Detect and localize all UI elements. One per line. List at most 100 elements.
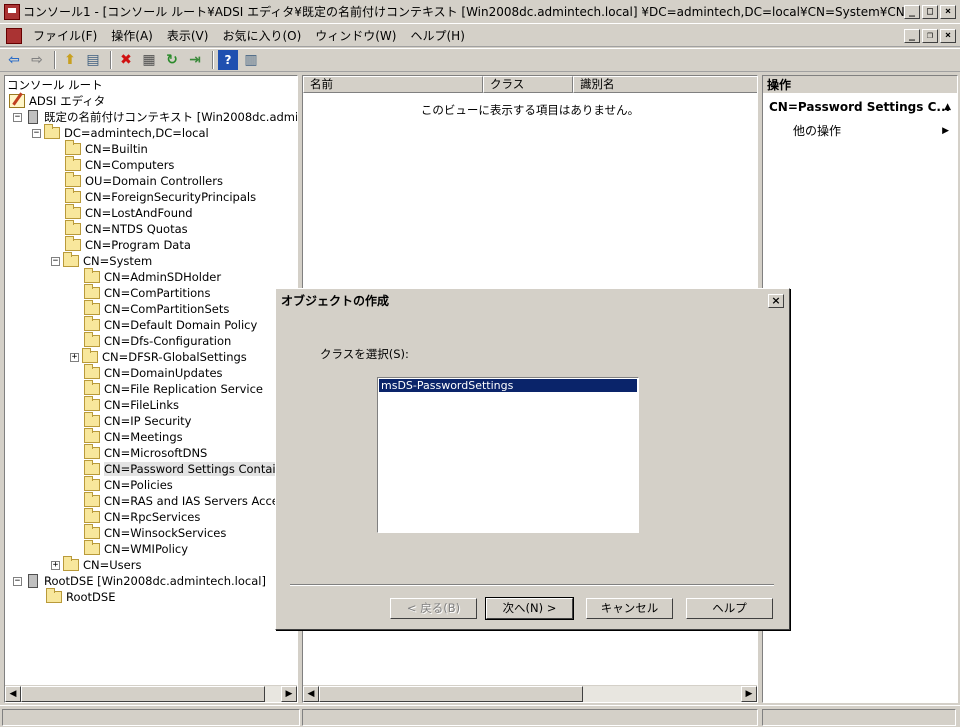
scroll-right-icon[interactable]: ▶ — [741, 686, 757, 702]
tree-item-container[interactable]: CN=RAS and IAS Servers Access — [84, 492, 291, 509]
dialog-title-bar[interactable]: オブジェクトの作成 × — [278, 291, 787, 310]
help-icon[interactable]: ? — [218, 50, 238, 70]
maximize-button[interactable]: □ — [922, 4, 938, 19]
scroll-thumb[interactable] — [21, 686, 265, 702]
expand-icon[interactable]: + — [51, 560, 60, 570]
collapse-up-icon[interactable]: ▲ — [944, 96, 951, 118]
tree-item-container[interactable]: CN=Builtin — [65, 140, 148, 157]
tree-item-container[interactable]: + CN=DFSR-GlobalSettings — [70, 348, 247, 365]
console-icon[interactable] — [6, 27, 22, 44]
tree-item-container[interactable]: CN=FileLinks — [84, 396, 179, 413]
action-pane: 操作 CN=Password Settings C... ▲ 他の操作 ▶ — [762, 75, 958, 703]
tree-item-container[interactable]: CN=Default Domain Policy — [84, 316, 257, 333]
scroll-left-icon[interactable]: ◀ — [303, 686, 319, 702]
tree-item-domain[interactable]: − DC=admintech,DC=local — [32, 124, 209, 141]
status-bar — [0, 705, 960, 727]
column-header-dn[interactable]: 識別名 — [573, 76, 757, 93]
status-cell — [762, 709, 956, 726]
folder-icon — [63, 252, 79, 267]
toolbar: ⇦ ⇨ ⬆ ▤ ✖ ▦ ↻ ⇥ ? ▥ — [0, 48, 960, 72]
tree-item-container[interactable]: CN=File Replication Service — [84, 380, 263, 397]
tree-item-rootdse[interactable]: RootDSE — [46, 588, 115, 605]
dialog-close-button[interactable]: × — [768, 293, 784, 308]
folder-icon — [84, 412, 100, 427]
menu-window[interactable]: ウィンドウ(W) — [308, 27, 403, 44]
export-list-icon[interactable]: ⇥ — [185, 50, 205, 70]
tree-item-container[interactable]: CN=Computers — [65, 156, 174, 173]
scroll-right-icon[interactable]: ▶ — [281, 686, 297, 702]
mmc-app-icon[interactable] — [4, 3, 20, 20]
tree-item-console-root[interactable]: コンソール ルート — [7, 77, 103, 93]
menu-view[interactable]: 表示(V) — [160, 27, 216, 44]
delete-icon[interactable]: ✖ — [116, 50, 136, 70]
tree-item-container[interactable]: CN=ComPartitionSets — [84, 300, 229, 317]
up-folder-icon[interactable]: ⬆ — [60, 50, 80, 70]
help-button[interactable]: ヘルプ — [686, 598, 773, 619]
show-action-pane-icon[interactable]: ▥ — [241, 50, 261, 70]
back-button[interactable]: < 戻る(B) — [390, 598, 477, 619]
folder-icon — [65, 236, 81, 251]
tree-item-default-naming-context[interactable]: − 既定の名前付けコンテキスト [Win2008dc.admintech — [13, 109, 297, 125]
collapse-icon[interactable]: − — [32, 128, 41, 138]
cancel-button[interactable]: キャンセル — [586, 598, 673, 619]
tree-item-container[interactable]: CN=DomainUpdates — [84, 364, 223, 381]
collapse-icon[interactable]: − — [13, 576, 22, 586]
list-horizontal-scrollbar[interactable]: ◀ ▶ — [303, 685, 757, 702]
tree-item-system[interactable]: − CN=System — [51, 252, 152, 269]
back-arrow-icon[interactable]: ⇦ — [4, 50, 24, 70]
folder-icon — [84, 300, 100, 315]
child-restore-button[interactable]: ❐ — [922, 28, 938, 43]
tree-item-password-settings-container[interactable]: CN=Password Settings Container — [84, 460, 295, 477]
child-close-button[interactable]: × — [940, 28, 956, 43]
show-hide-tree-icon[interactable]: ▤ — [83, 50, 103, 70]
tree-item-rootdse-context[interactable]: − RootDSE [Win2008dc.admintech.local] — [13, 573, 266, 589]
tree-item-adsi-editor[interactable]: ADSI エディタ — [9, 93, 105, 109]
tree-item-container[interactable]: CN=Program Data — [65, 236, 191, 253]
tree-item-container[interactable]: CN=LostAndFound — [65, 204, 193, 221]
tree-item-container[interactable]: CN=Dfs-Configuration — [84, 332, 231, 349]
scroll-left-icon[interactable]: ◀ — [5, 686, 21, 702]
tree-item-container[interactable]: CN=Policies — [84, 476, 173, 493]
forward-arrow-icon[interactable]: ⇨ — [27, 50, 47, 70]
scroll-thumb[interactable] — [319, 686, 583, 702]
tree-item-container[interactable]: CN=ComPartitions — [84, 284, 210, 301]
tree-item-container[interactable]: CN=WMIPolicy — [84, 540, 188, 557]
properties-icon[interactable]: ▦ — [139, 50, 159, 70]
menu-file[interactable]: ファイル(F) — [26, 27, 104, 44]
tree-item-container[interactable]: CN=RpcServices — [84, 508, 200, 525]
child-minimize-button[interactable]: _ — [904, 28, 920, 43]
folder-icon — [84, 364, 100, 379]
status-cell — [302, 709, 758, 726]
tree-horizontal-scrollbar[interactable]: ◀ ▶ — [5, 685, 297, 702]
refresh-icon[interactable]: ↻ — [162, 50, 182, 70]
tree-item-users[interactable]: + CN=Users — [51, 556, 141, 573]
class-list-item[interactable]: msDS-PasswordSettings — [379, 379, 637, 392]
menu-help[interactable]: ヘルプ(H) — [403, 27, 471, 44]
tree-item-container[interactable]: CN=AdminSDHolder — [84, 268, 221, 285]
tree-item-container[interactable]: CN=NTDS Quotas — [65, 220, 188, 237]
menu-favorites[interactable]: お気に入り(O) — [215, 27, 308, 44]
tree-item-container[interactable]: CN=IP Security — [84, 412, 191, 429]
tree-item-container[interactable]: CN=MicrosoftDNS — [84, 444, 207, 461]
column-header-name[interactable]: 名前 — [303, 76, 483, 93]
minimize-button[interactable]: _ — [904, 4, 920, 19]
more-actions-item[interactable]: 他の操作 ▶ — [763, 122, 957, 140]
collapse-icon[interactable]: − — [51, 256, 60, 266]
next-button[interactable]: 次へ(N) > — [485, 597, 574, 620]
column-header-class[interactable]: クラス — [483, 76, 573, 93]
window-title: コンソール1 - [コンソール ルート¥ADSI エディタ¥既定の名前付けコンテ… — [23, 5, 904, 19]
folder-icon — [84, 380, 100, 395]
menu-action[interactable]: 操作(A) — [104, 27, 160, 44]
actions-section-header[interactable]: CN=Password Settings C... ▲ — [763, 96, 957, 118]
class-listbox[interactable]: msDS-PasswordSettings — [377, 377, 639, 533]
tree-item-container[interactable]: CN=WinsockServices — [84, 524, 226, 541]
console-tree-pane[interactable]: コンソール ルート ADSI エディタ − 既定の名前付けコンテキスト [Win… — [4, 75, 298, 703]
close-window-button[interactable]: × — [940, 4, 956, 19]
collapse-icon[interactable]: − — [13, 112, 22, 122]
tree-item-container[interactable]: OU=Domain Controllers — [65, 172, 223, 189]
create-object-dialog: オブジェクトの作成 × クラスを選択(S): msDS-PasswordSett… — [275, 288, 790, 630]
tree-item-container[interactable]: CN=Meetings — [84, 428, 183, 445]
tree-item-container[interactable]: CN=ForeignSecurityPrincipals — [65, 188, 256, 205]
window-title-bar: コンソール1 - [コンソール ルート¥ADSI エディタ¥既定の名前付けコンテ… — [0, 0, 960, 24]
expand-icon[interactable]: + — [70, 352, 79, 362]
